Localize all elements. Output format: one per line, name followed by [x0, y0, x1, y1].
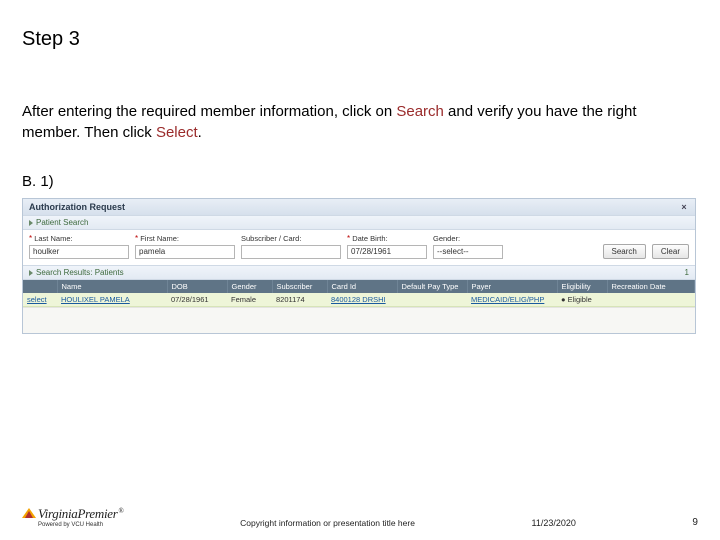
- table-empty-area: [23, 307, 695, 333]
- last-name-input[interactable]: houlker: [29, 245, 129, 259]
- slide-footer: VirginiaPremier® Powered by VCU Health C…: [22, 504, 698, 528]
- clear-button[interactable]: Clear: [652, 244, 689, 259]
- cell-cardid[interactable]: 8400128 DRSHI: [327, 293, 397, 307]
- col-cardid: Card Id: [327, 280, 397, 293]
- col-payer: Payer: [467, 280, 557, 293]
- col-eligibility: Eligibility: [557, 280, 607, 293]
- dob-label: * Date Birth:: [347, 234, 427, 243]
- chevron-right-icon: [29, 270, 33, 276]
- cell-gender: Female: [227, 293, 272, 307]
- results-count: 1: [685, 268, 689, 277]
- gender-label: Gender:: [433, 234, 503, 243]
- first-name-label: * First Name:: [135, 234, 235, 243]
- section-label: Patient Search: [36, 218, 88, 227]
- copyright-text: Copyright information or presentation ti…: [240, 518, 415, 528]
- footer-date: 11/23/2020: [531, 518, 575, 528]
- dob-input[interactable]: 07/28/1961: [347, 245, 427, 259]
- keyword-select: Select: [156, 124, 198, 141]
- results-label: Search Results: Patients: [36, 268, 124, 277]
- chevron-right-icon: [29, 220, 33, 226]
- page-number: 9: [692, 517, 698, 528]
- logo-mark-icon: [22, 504, 36, 518]
- brand-text: VirginiaPremier®: [38, 506, 124, 522]
- cell-eligibility: ● Eligible: [557, 293, 607, 307]
- instruction-pre: After entering the required member infor…: [22, 103, 396, 120]
- brand-logo: VirginiaPremier® Powered by VCU Health: [22, 504, 124, 528]
- col-select: [23, 280, 57, 293]
- cell-paytype: [397, 293, 467, 307]
- patient-search-section[interactable]: Patient Search: [23, 215, 695, 230]
- table-header-row: Name DOB Gender Subscriber Card Id Defau…: [23, 280, 695, 293]
- authorization-request-panel: Authorization Request × Patient Search *…: [22, 198, 696, 334]
- last-name-label: * Last Name:: [29, 234, 129, 243]
- search-button[interactable]: Search: [603, 244, 646, 259]
- search-results-section[interactable]: Search Results: Patients 1: [23, 265, 695, 280]
- close-icon[interactable]: ×: [679, 202, 689, 212]
- search-form: * Last Name: houlker * First Name: pamel…: [23, 230, 695, 265]
- cell-payer[interactable]: MEDICAID/ELIG/PHP: [467, 293, 557, 307]
- subscriber-label: Subscriber / Card:: [241, 234, 341, 243]
- col-gender: Gender: [227, 280, 272, 293]
- col-subscriber: Subscriber: [272, 280, 327, 293]
- cell-recdate: [607, 293, 695, 307]
- gender-select[interactable]: --select--: [433, 245, 503, 259]
- sub-step-label: B. 1): [22, 173, 698, 190]
- col-dob: DOB: [167, 280, 227, 293]
- instruction-text: After entering the required member infor…: [22, 101, 682, 143]
- instruction-post: .: [198, 124, 202, 141]
- subscriber-input[interactable]: [241, 245, 341, 259]
- brand-tagline: Powered by VCU Health: [38, 522, 103, 528]
- cell-subscriber: 8201174: [272, 293, 327, 307]
- col-recdate: Recreation Date: [607, 280, 695, 293]
- select-link[interactable]: select: [23, 293, 57, 307]
- col-paytype: Default Pay Type: [397, 280, 467, 293]
- results-table: Name DOB Gender Subscriber Card Id Defau…: [23, 280, 695, 307]
- panel-title: Authorization Request: [29, 202, 125, 212]
- slide-title: Step 3: [22, 28, 698, 51]
- keyword-search: Search: [396, 103, 444, 120]
- cell-dob: 07/28/1961: [167, 293, 227, 307]
- cell-name[interactable]: HOULIXEL PAMELA: [57, 293, 167, 307]
- col-name: Name: [57, 280, 167, 293]
- first-name-input[interactable]: pamela: [135, 245, 235, 259]
- table-row: select HOULIXEL PAMELA 07/28/1961 Female…: [23, 293, 695, 307]
- panel-header: Authorization Request ×: [23, 199, 695, 215]
